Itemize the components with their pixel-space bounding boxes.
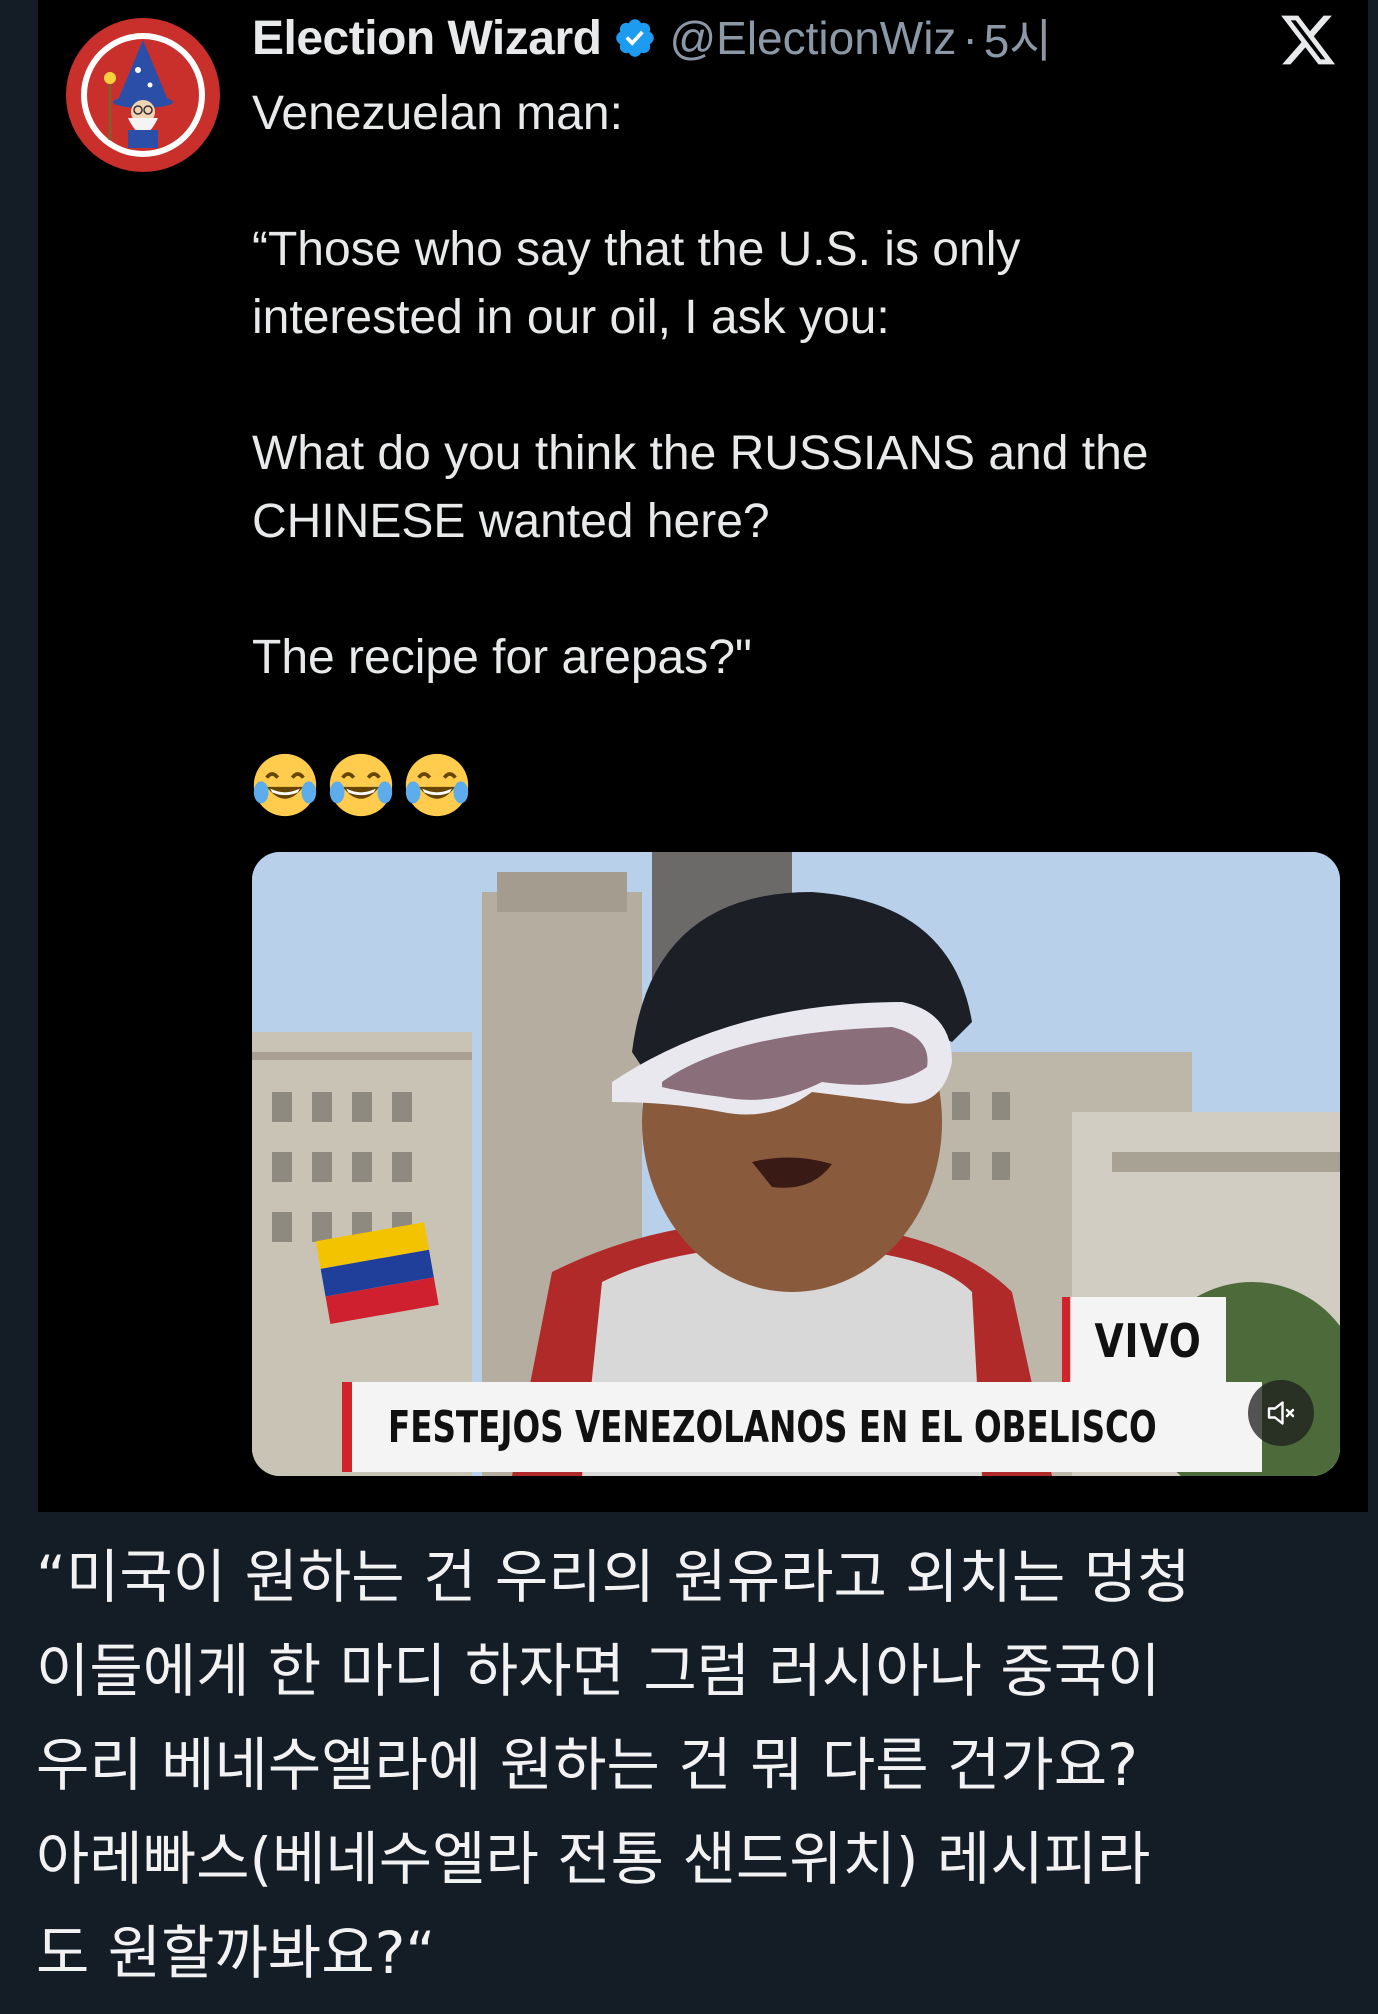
caption-line: 이들에게 한 마디 하자면 그럼 러시아나 중국이 bbox=[36, 1637, 1161, 1705]
tweet-line: The recipe for arepas?" bbox=[252, 631, 752, 684]
wizard-avatar-icon bbox=[81, 33, 205, 157]
speaker-muted-icon bbox=[1267, 1401, 1295, 1425]
separator-dot: · bbox=[962, 12, 978, 64]
tweet-line: What do you think the RUSSIANS and the bbox=[252, 427, 1149, 480]
live-tag: VIVO bbox=[1062, 1297, 1226, 1385]
tears-of-joy-emoji-icon bbox=[405, 753, 469, 817]
tears-of-joy-emoji-icon bbox=[253, 753, 317, 817]
tweet-line: “Those who say that the U.S. is only bbox=[252, 223, 1021, 276]
mute-button[interactable] bbox=[1248, 1380, 1314, 1446]
caption-line: “미국이 원하는 건 우리의 원유라고 외치는 멍청 bbox=[36, 1543, 1191, 1611]
post-time[interactable]: 5시 bbox=[984, 5, 1052, 71]
emoji-row bbox=[252, 752, 470, 818]
verified-badge-icon bbox=[616, 19, 655, 57]
author-name[interactable]: Election Wizard bbox=[252, 11, 602, 66]
chyron-text: FESTEJOS VENEZOLANOS EN EL OBELISCO bbox=[388, 1401, 1157, 1453]
x-logo-icon[interactable] bbox=[1278, 10, 1338, 70]
caption-line: 도 원할까봐요?“ bbox=[36, 1919, 436, 1987]
avatar[interactable] bbox=[66, 18, 220, 172]
tears-of-joy-emoji-icon bbox=[329, 753, 393, 817]
tweet-body: Venezuelan man: “Those who say that the … bbox=[252, 80, 1332, 692]
tweet-header: Election Wizard @ElectionWiz · 5시 bbox=[252, 8, 1052, 68]
caption-line: 아레빠스(베네수엘라 전통 샌드위치) 레시피라 bbox=[36, 1825, 1151, 1893]
tweet-line: CHINESE wanted here? bbox=[252, 495, 770, 548]
author-handle[interactable]: @ElectionWiz bbox=[669, 11, 956, 65]
korean-caption: “미국이 원하는 건 우리의 원유라고 외치는 멍청 이들에게 한 마디 하자면… bbox=[36, 1530, 1356, 2000]
video-chyron: FESTEJOS VENEZOLANOS EN EL OBELISCO bbox=[342, 1382, 1262, 1472]
caption-line: 우리 베네수엘라에 원하는 건 뭐 다른 건가요? bbox=[36, 1731, 1138, 1799]
tweet-card[interactable]: Election Wizard @ElectionWiz · 5시 Venezu… bbox=[38, 0, 1368, 1512]
tweet-line: interested in our oil, I ask you: bbox=[252, 291, 890, 344]
video-player[interactable]: VIVO FESTEJOS VENEZOLANOS EN EL OBELISCO bbox=[252, 852, 1340, 1476]
tweet-line: Venezuelan man: bbox=[252, 87, 623, 140]
